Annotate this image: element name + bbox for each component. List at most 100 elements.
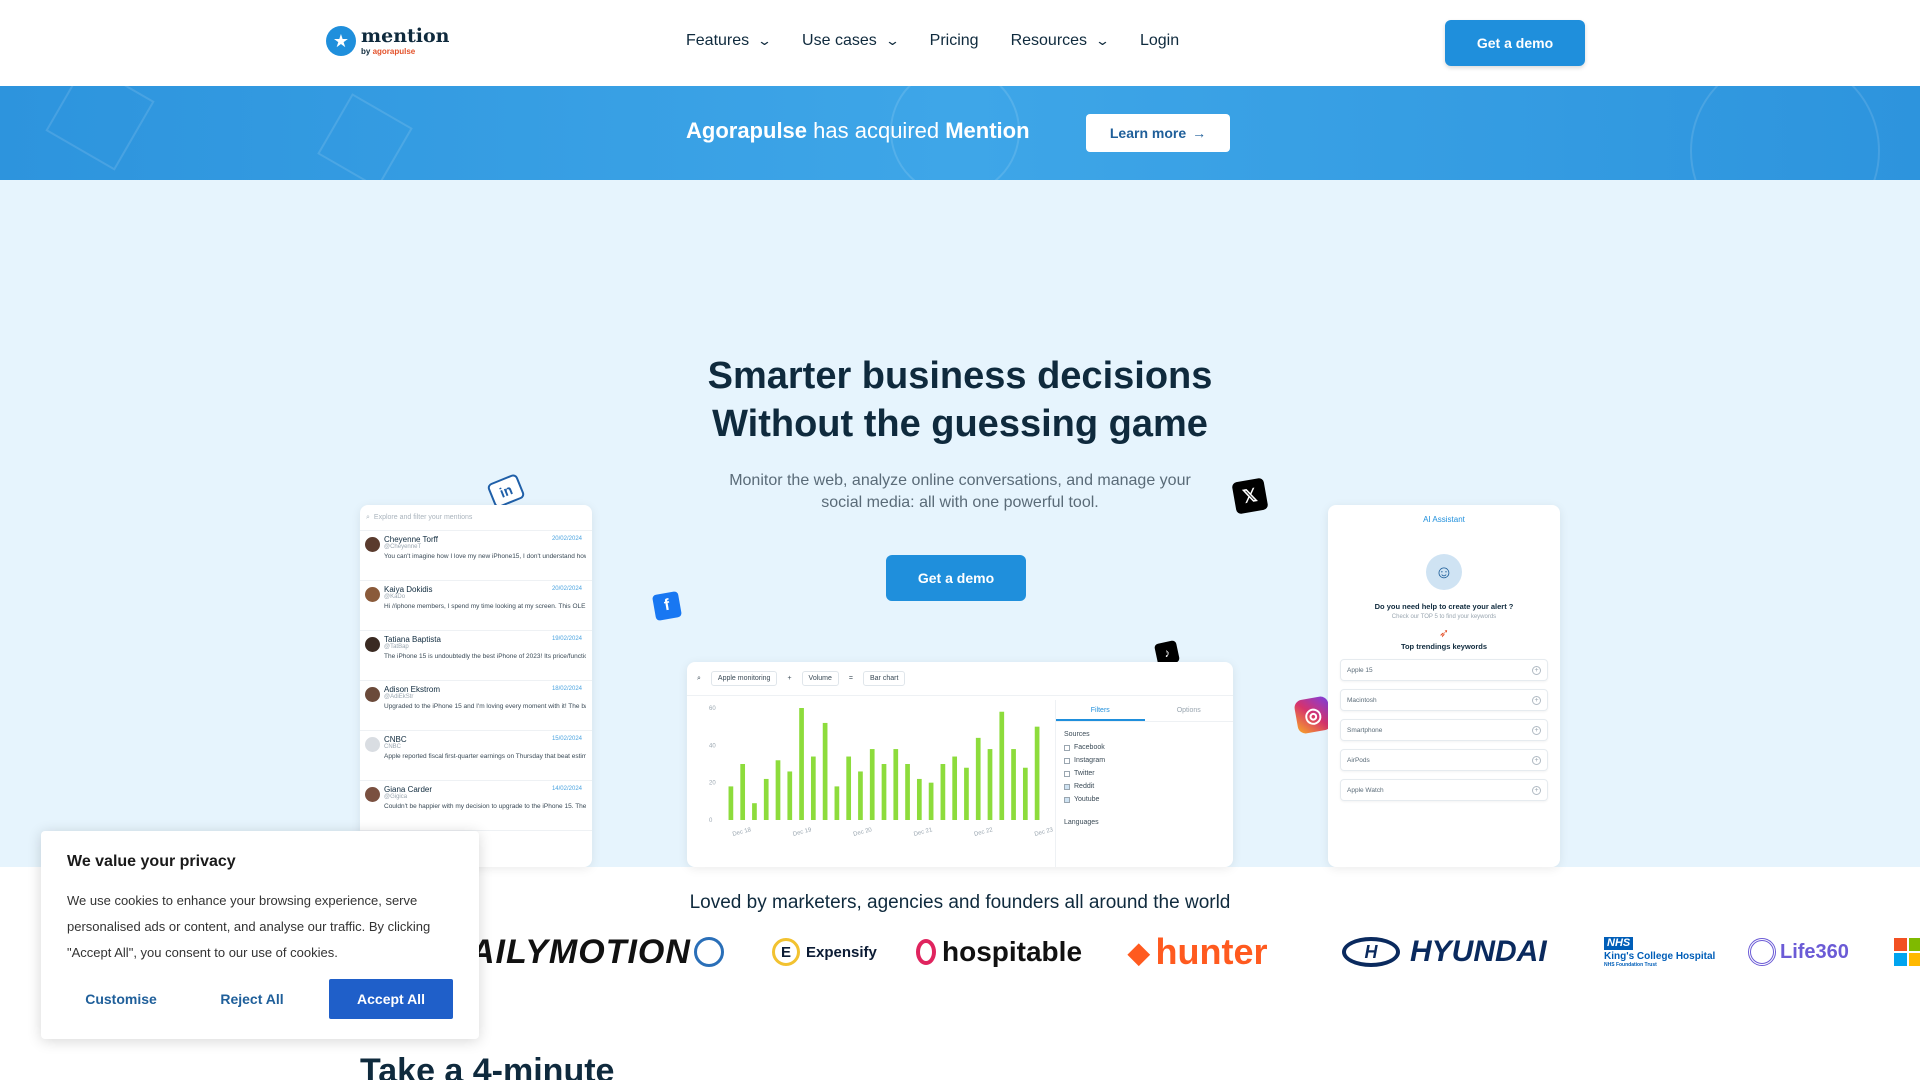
microsoft-logo: [1894, 930, 1920, 974]
mention-item[interactable]: Giana Carder @Gigica 14/02/2024 Couldn't be…: [360, 781, 592, 831]
add-icon[interactable]: +: [1532, 725, 1541, 735]
nav-item-use-cases[interactable]: Use cases ⌄: [802, 32, 900, 50]
x-icon: 𝕏: [1231, 477, 1269, 515]
life360-icon: [1748, 938, 1776, 966]
ai-assistant-panel: AI Assistant ☺ Do you need help to creat…: [1328, 505, 1560, 867]
chart-type-selector[interactable]: Bar chart: [863, 671, 906, 686]
keyword-item[interactable]: Smartphone +: [1340, 719, 1548, 741]
get-demo-button[interactable]: Get a demo: [1445, 20, 1585, 66]
source-filter-youtube[interactable]: Youtube: [1056, 793, 1233, 806]
mention-text: The iPhone 15 is undoubtedly the best iP…: [384, 653, 586, 660]
customise-button[interactable]: Customise: [67, 979, 175, 1019]
mention-handle: @AdiEkStr: [384, 694, 414, 700]
metric-selector[interactable]: Volume: [801, 671, 839, 686]
keyword-label: Apple Watch: [1347, 786, 1384, 794]
mentions-search[interactable]: ⌕ Explore and filter your mentions: [360, 505, 592, 531]
checkbox[interactable]: [1064, 770, 1070, 777]
mention-date: 14/02/2024: [551, 786, 582, 792]
add-icon[interactable]: +: [1532, 755, 1541, 765]
cookie-title: We value your privacy: [67, 853, 236, 870]
banner-brand-agorapulse: Agorapulse: [686, 118, 808, 143]
learn-more-button[interactable]: Learn more →: [1086, 114, 1230, 152]
logo-by: by: [361, 46, 373, 56]
add-icon[interactable]: +: [1532, 695, 1541, 705]
keyword-label: Macintosh: [1347, 696, 1377, 704]
keyword-item[interactable]: Macintosh +: [1340, 689, 1548, 711]
keyword-label: Smartphone: [1347, 726, 1383, 734]
add-icon[interactable]: +: [1532, 785, 1541, 795]
instagram-icon: ◎: [1293, 695, 1333, 735]
nav-item-pricing[interactable]: Pricing: [930, 32, 979, 50]
volume-bar-chart: 0 20 40 60 Dec 18 Dec 19 Dec 20 Dec 21 Dec 22 Dec…: [709, 706, 1055, 838]
mention-text: Apple reported fiscal first-quarter earn…: [384, 753, 586, 760]
nav-item-login[interactable]: Login: [1140, 32, 1179, 50]
microsoft-squares-icon: [1894, 938, 1920, 966]
keyword-item[interactable]: Apple 15 +: [1340, 659, 1548, 681]
hero-section: Smarter business decisions Without the g…: [0, 180, 1920, 867]
nav-label: Login: [1139, 32, 1180, 49]
add-icon[interactable]: +: [1532, 665, 1541, 675]
tab-filters[interactable]: Filters: [1056, 700, 1145, 721]
keyword-item[interactable]: AirPods +: [1340, 749, 1548, 771]
chart-bar: [964, 767, 969, 820]
y-tick-label: 0: [709, 818, 713, 824]
nav-item-resources[interactable]: Resources ⌄: [1011, 32, 1111, 50]
source-filter-instagram[interactable]: Instagram: [1056, 754, 1233, 767]
chart-bar: [846, 756, 852, 820]
hero-subtitle: Monitor the web, analyze online conversa…: [729, 472, 1191, 511]
tab-options[interactable]: Options: [1145, 700, 1234, 721]
mention-item[interactable]: Cheyenne Torff @CheyenneT 20/02/2024 You ca…: [360, 531, 592, 581]
arrow-right-icon: →: [1192, 125, 1207, 141]
checkbox[interactable]: [1064, 757, 1070, 764]
mention-date: 20/02/2024: [551, 536, 582, 542]
hospitable-label: hospitable: [942, 936, 1083, 967]
chart-bar: [940, 764, 946, 820]
alert-selector[interactable]: Apple monitoring: [710, 671, 778, 686]
nav-item-features[interactable]: Features ⌄: [686, 32, 772, 50]
chart-bar: [1022, 767, 1028, 820]
hexagon-decoration: [317, 93, 413, 180]
plus-icon[interactable]: +: [787, 675, 791, 682]
linkedin-icon: in: [486, 472, 526, 510]
avatar: [365, 537, 380, 552]
mention-item[interactable]: CNBC CNBC 15/02/2024 Apple reported fiscal …: [360, 731, 592, 781]
mention-handle: @KaDo: [384, 594, 406, 600]
keyword-item[interactable]: Apple Watch +: [1340, 779, 1548, 801]
mentions-list: Cheyenne Torff @CheyenneT 20/02/2024 You ca…: [360, 531, 592, 831]
top-nav: ★ mention by agorapulse Features ⌄ Use ca…: [0, 0, 1920, 86]
accept-all-button[interactable]: Accept All: [329, 979, 453, 1019]
star-circle-decoration: [1690, 86, 1880, 180]
acquisition-banner: Agorapulse has acquired Mention Learn mo…: [0, 86, 1920, 180]
robot-icon: ☺: [1426, 554, 1462, 590]
learn-more-label: Learn more: [1109, 125, 1187, 141]
hospitable-icon: [916, 939, 936, 965]
chart-bar: [893, 749, 899, 820]
mention-date: 18/02/2024: [551, 686, 582, 692]
checkbox[interactable]: [1064, 783, 1070, 790]
checkbox[interactable]: [1064, 796, 1070, 803]
hospitable-logo: hospitable: [916, 930, 1082, 974]
chart-bar: [834, 786, 840, 820]
chart-bar: [775, 760, 781, 820]
mentions-search-placeholder: Explore and filter your mentions: [373, 514, 473, 521]
mention-logo[interactable]: ★ mention by agorapulse: [326, 26, 450, 56]
reject-all-button[interactable]: Reject All: [198, 979, 306, 1019]
mention-item[interactable]: Adison Ekstrom @AdiEkStr 18/02/2024 Upgrade…: [360, 681, 592, 731]
mention-item[interactable]: Tatiana Baptista @TatBap 19/02/2024 The iPh…: [360, 631, 592, 681]
hero-title-line2: Without the guessing game: [712, 403, 1208, 445]
banner-middle-text: has acquired: [807, 118, 946, 143]
mention-date: 19/02/2024: [551, 636, 582, 642]
source-filter-reddit[interactable]: Reddit: [1056, 780, 1233, 793]
top-keywords-title: Top trendings keywords: [1400, 642, 1488, 651]
mention-item[interactable]: Kaiya Dokidis @KaDo 20/02/2024 Hi //iphone …: [360, 581, 592, 631]
x-tick-label: Dec 23: [1034, 827, 1055, 838]
mentions-panel: ⌕ Explore and filter your mentions Cheye…: [360, 505, 592, 867]
mention-handle: @Gigica: [384, 794, 408, 800]
chart-toolbar: ⌕ Apple monitoring + Volume = Bar chart: [687, 662, 1233, 696]
checkbox[interactable]: [1064, 744, 1070, 751]
chart-bar: [916, 778, 922, 820]
nhs-trust-name: NHS Foundation Trust: [1604, 961, 1657, 968]
hero-get-demo-button[interactable]: Get a demo: [886, 555, 1026, 601]
source-filter-twitter[interactable]: Twitter: [1056, 767, 1233, 780]
source-filter-facebook[interactable]: Facebook: [1056, 741, 1233, 754]
